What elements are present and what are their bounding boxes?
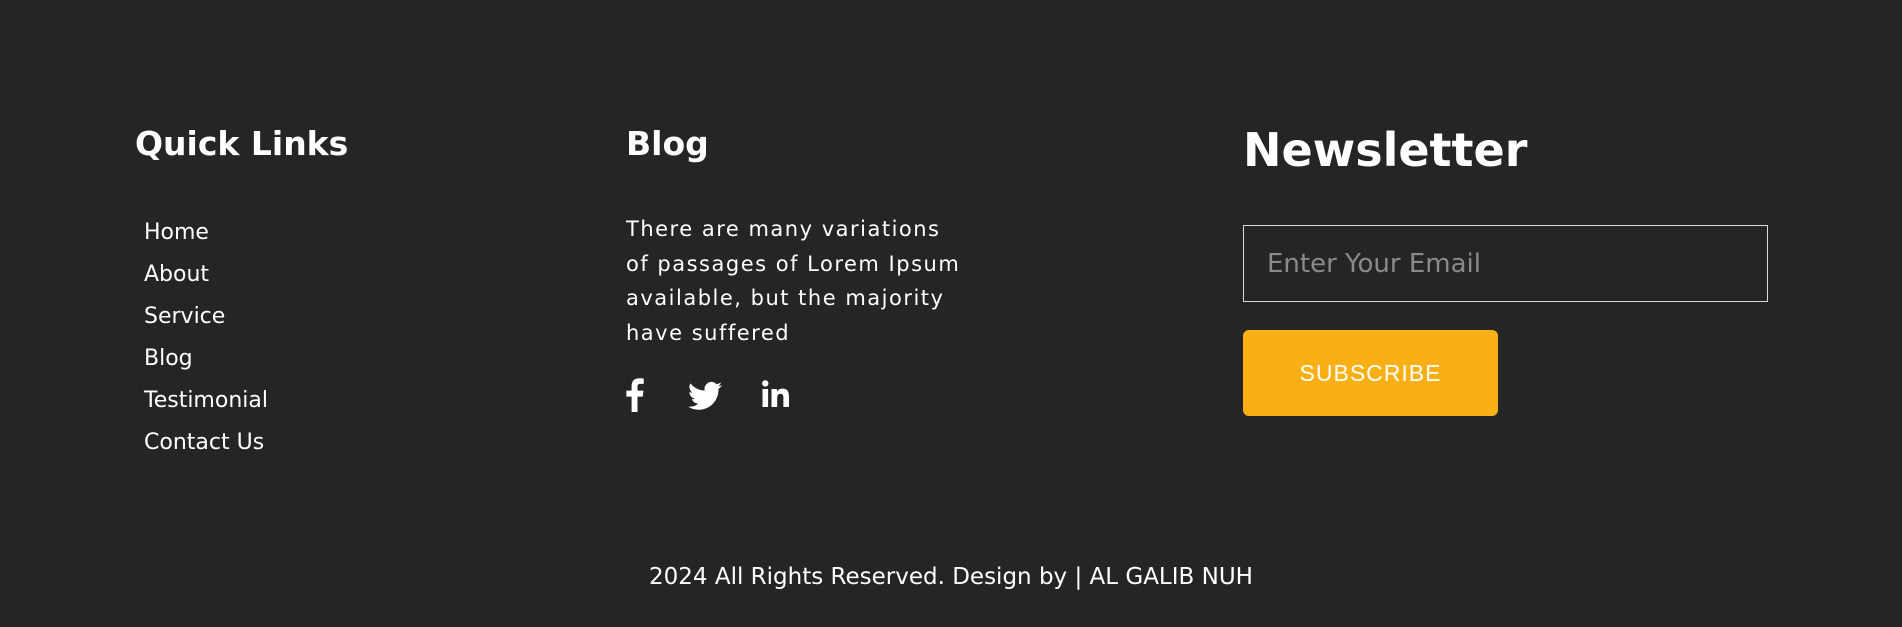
blog-text: There are many variations of passages of… (626, 217, 961, 345)
quick-link-testimonial[interactable]: Testimonial (144, 386, 268, 428)
facebook-icon[interactable] (626, 378, 644, 412)
quick-link-home[interactable]: Home (144, 218, 268, 260)
subscribe-button[interactable]: SUBSCRIBE (1243, 330, 1498, 416)
copyright-text: 2024 All Rights Reserved. Design by | AL… (649, 564, 1253, 590)
quick-links-title: Quick Links (135, 124, 349, 163)
quick-link-contact-us[interactable]: Contact Us (144, 428, 268, 470)
twitter-icon[interactable] (688, 378, 722, 411)
email-input[interactable] (1243, 225, 1768, 302)
linkedin-icon[interactable] (762, 378, 790, 408)
quick-link-service[interactable]: Service (144, 302, 268, 344)
quick-links-list: Home About Service Blog Testimonial Cont… (144, 218, 268, 470)
quick-link-blog[interactable]: Blog (144, 344, 268, 386)
quick-link-about[interactable]: About (144, 260, 268, 302)
blog-title: Blog (626, 124, 709, 163)
newsletter-title: Newsletter (1243, 123, 1528, 177)
